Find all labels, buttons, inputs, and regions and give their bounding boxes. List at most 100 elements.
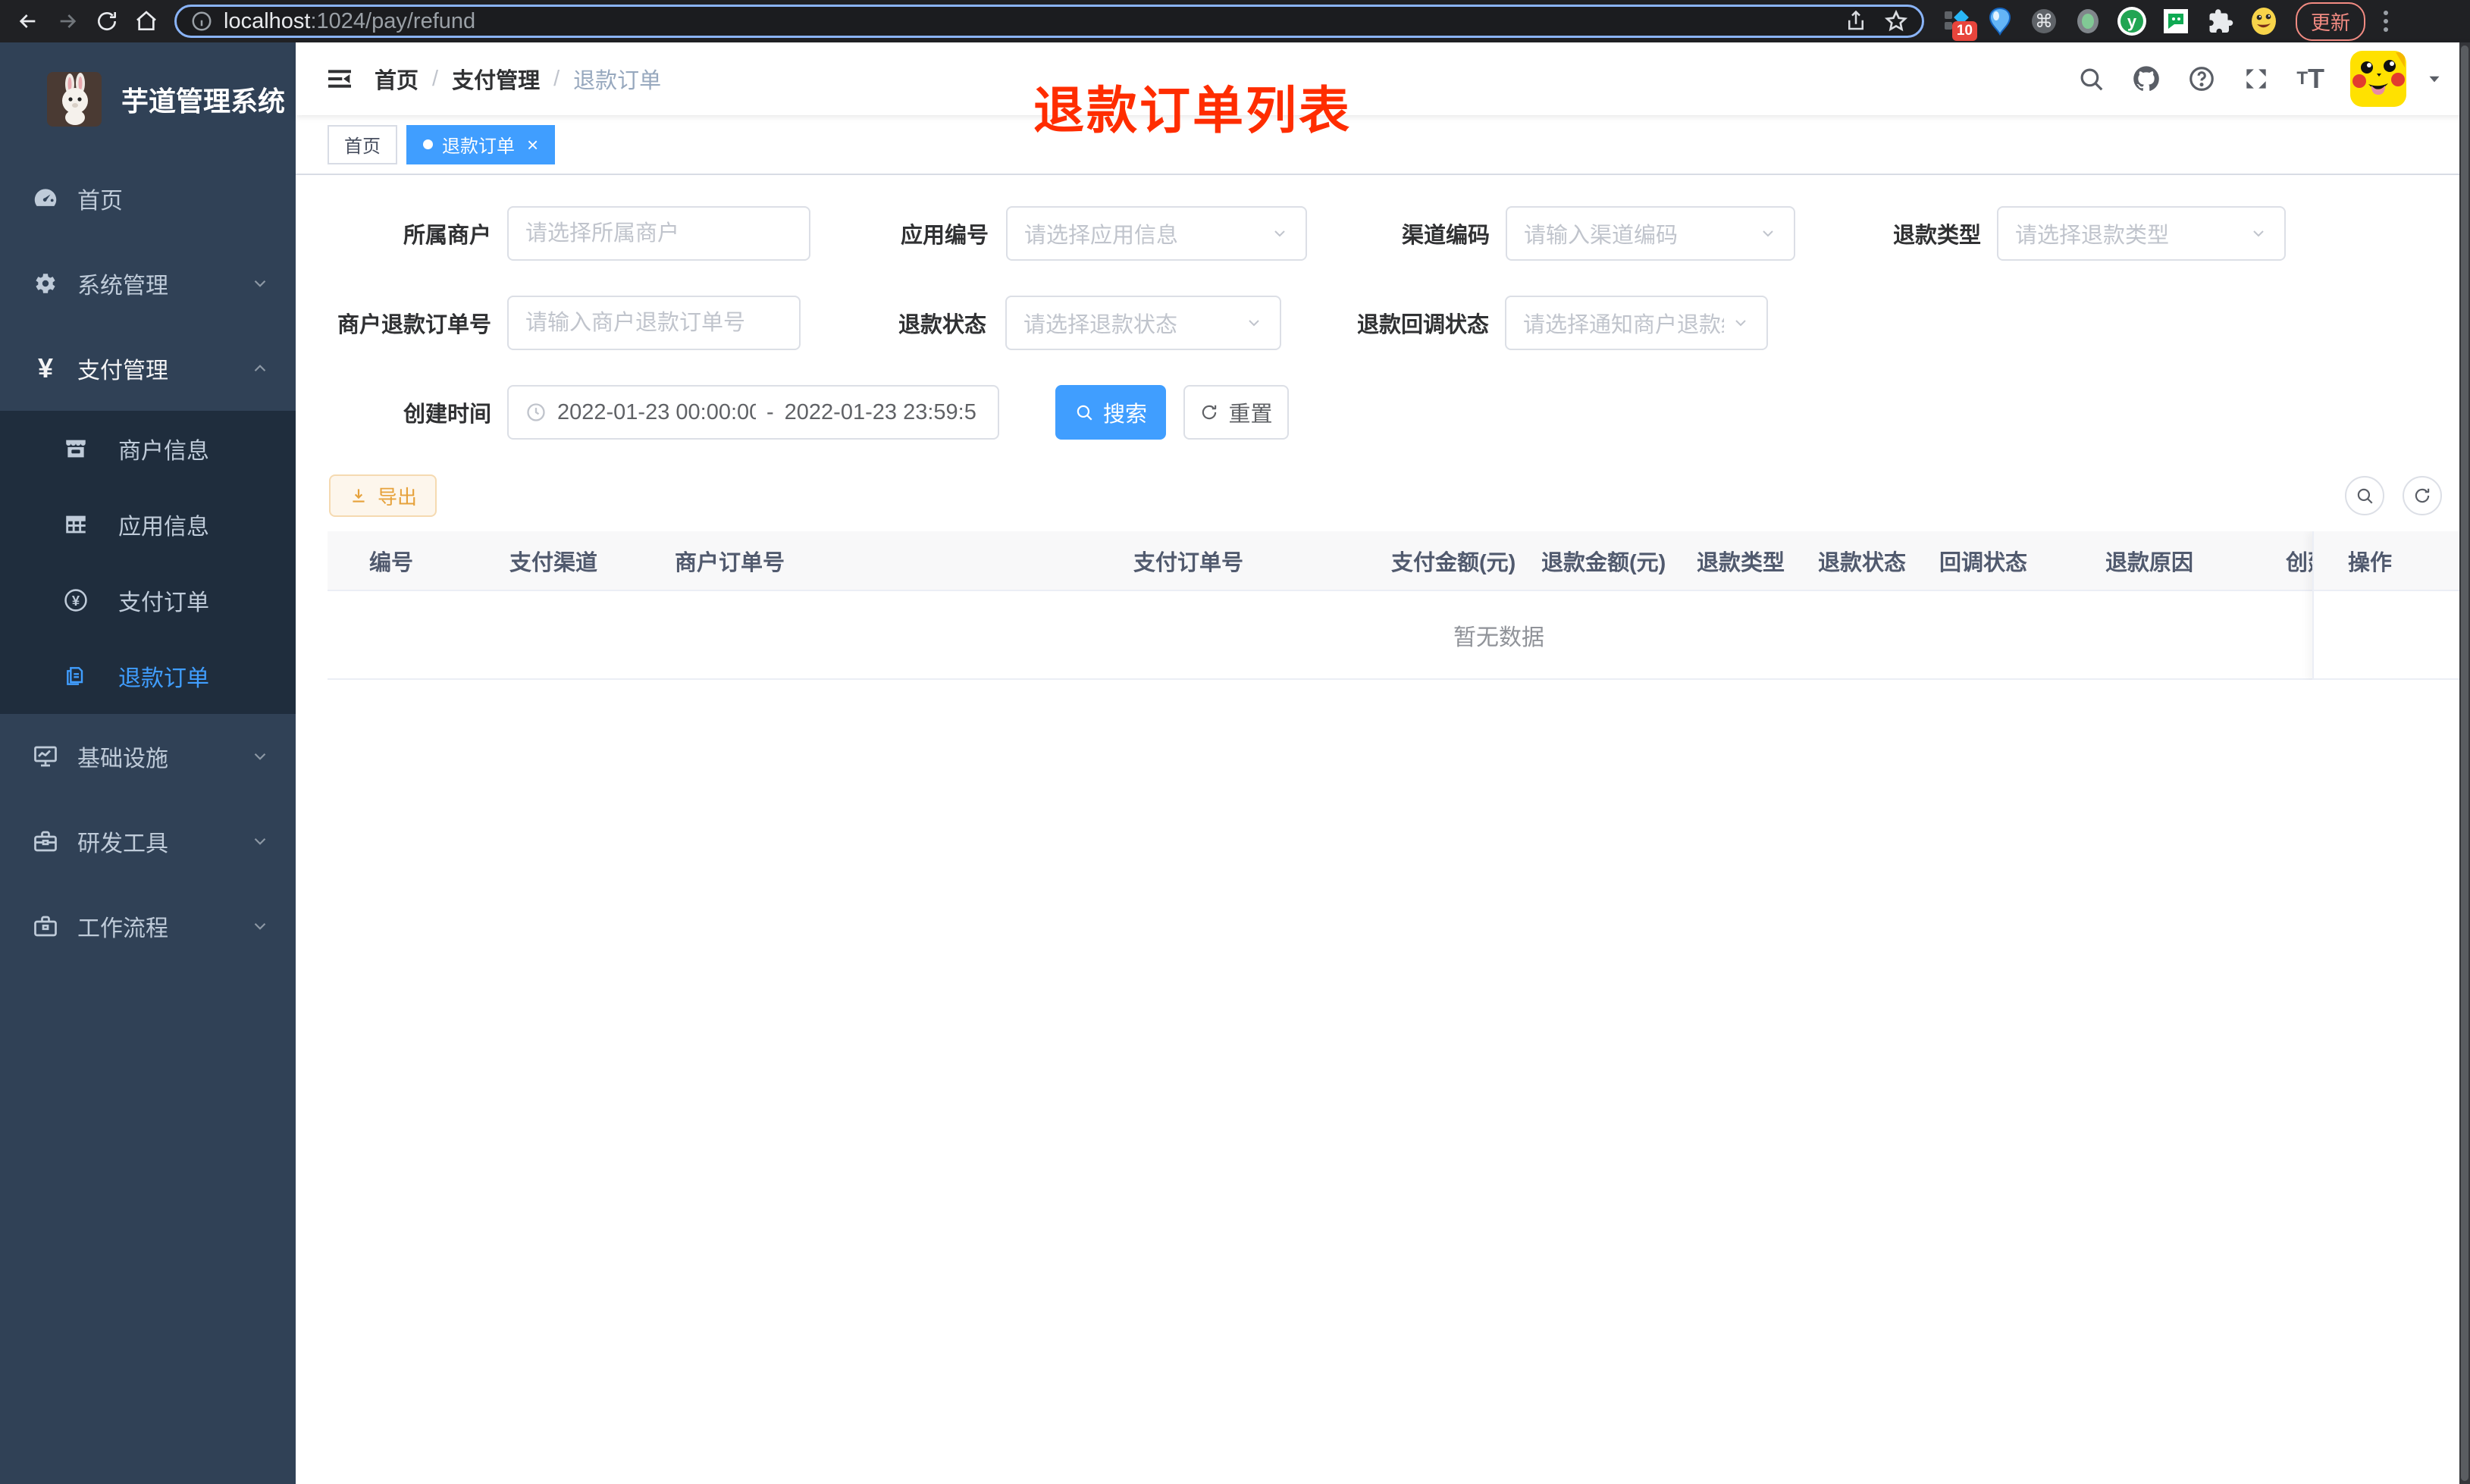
browser-update-button[interactable]: 更新 xyxy=(2296,2,2366,41)
refresh-table-button[interactable] xyxy=(2403,476,2442,515)
select-placeholder: 请选择通知商户退款结果 xyxy=(1523,313,1724,337)
sidebar-logo[interactable]: 芋道管理系统 xyxy=(0,42,296,156)
browser-forward-button[interactable] xyxy=(50,4,85,39)
search-icon[interactable] xyxy=(2077,64,2105,93)
col-refund-type: 退款类型 xyxy=(1697,550,1785,575)
user-avatar[interactable] xyxy=(2350,51,2406,107)
filter-label-app: 应用编号 xyxy=(900,224,989,248)
col-callback-status: 回调状态 xyxy=(1939,550,2028,575)
breadcrumb-separator: / xyxy=(432,66,439,91)
sidebar-item-label: 系统管理 xyxy=(77,274,168,299)
extension-emoji-icon[interactable] xyxy=(2249,6,2279,36)
tags-view-bar: 首页 退款订单 × xyxy=(296,115,2470,175)
sidebar-item-merchant-info[interactable]: 商户信息 xyxy=(0,411,296,487)
sidebar-item-infra[interactable]: 基础设施 xyxy=(0,714,296,799)
extension-command-icon[interactable]: ⌘ xyxy=(2029,6,2059,36)
breadcrumb-home[interactable]: 首页 xyxy=(375,63,418,95)
select-placeholder: 请选择应用信息 xyxy=(1024,224,1179,248)
channel-select[interactable]: 请输入渠道编码 xyxy=(1506,206,1795,261)
sidebar-item-label: 应用信息 xyxy=(118,515,209,540)
yen-circle-icon: ¥ xyxy=(62,587,89,613)
extensions-row: 10 ⌘ y xyxy=(1935,6,2285,41)
select-placeholder: 请选择退款类型 xyxy=(2015,224,2170,248)
sidebar-item-home[interactable]: 首页 xyxy=(0,156,296,241)
sidebar-item-payment[interactable]: ¥ 支付管理 xyxy=(0,326,296,411)
export-button[interactable]: 导出 xyxy=(329,474,437,517)
browser-toolbar: localhost:1024/pay/refund 10 ⌘ y 更新 xyxy=(0,0,2470,42)
help-icon[interactable] xyxy=(2187,64,2216,93)
search-button[interactable]: 搜索 xyxy=(1055,385,1166,440)
extensions-puzzle-icon[interactable] xyxy=(2205,6,2235,36)
sidebar-item-system[interactable]: 系统管理 xyxy=(0,241,296,326)
url-path: :1024/pay/refund xyxy=(310,8,476,33)
col-refund-status: 退款状态 xyxy=(1818,550,1907,575)
browser-home-button[interactable] xyxy=(129,4,164,39)
merchant-refund-no-field[interactable] xyxy=(525,310,782,336)
merchant-input[interactable] xyxy=(507,206,810,261)
extension-green-dot-icon[interactable] xyxy=(2073,6,2103,36)
sidebar-item-label: 支付管理 xyxy=(77,358,168,384)
reset-button[interactable]: 重置 xyxy=(1183,385,1289,440)
search-icon xyxy=(2357,488,2373,504)
browser-back-button[interactable] xyxy=(11,4,45,39)
avatar-caret-icon[interactable] xyxy=(2425,69,2444,89)
table-empty-row: 暂无数据 xyxy=(328,591,2460,680)
browser-menu-icon[interactable] xyxy=(2376,11,2396,32)
browser-reload-button[interactable] xyxy=(89,4,124,39)
sidebar-item-dev-tools[interactable]: 研发工具 xyxy=(0,799,296,884)
scrollbar[interactable] xyxy=(2459,42,2470,1484)
sidebar-fold-icon[interactable] xyxy=(318,61,361,97)
col-refund-amount: 退款金额(元) xyxy=(1541,550,1666,575)
select-placeholder: 请输入渠道编码 xyxy=(1524,224,1679,248)
search-button-label: 搜索 xyxy=(1102,402,1147,427)
sidebar-item-pay-order[interactable]: ¥ 支付订单 xyxy=(0,562,296,638)
bookmark-star-icon[interactable] xyxy=(1884,9,1908,33)
col-pay-amount: 支付金额(元) xyxy=(1391,550,1516,575)
site-info-icon[interactable] xyxy=(190,10,213,33)
github-icon[interactable] xyxy=(2131,64,2161,94)
app-select[interactable]: 请选择应用信息 xyxy=(1006,206,1307,261)
sidebar-item-label: 研发工具 xyxy=(77,831,168,856)
refund-status-select[interactable]: 请选择退款状态 xyxy=(1005,296,1281,350)
chevron-down-icon xyxy=(250,916,270,936)
fixed-operation-column: 操作 xyxy=(2312,531,2460,680)
date-start-value: 2022-01-23 00:00:00 xyxy=(557,399,756,424)
tab-label: 退款订单 xyxy=(442,136,515,157)
tab-refund-order[interactable]: 退款订单 × xyxy=(406,124,556,164)
date-end-value: 2022-01-23 23:59:59 xyxy=(784,399,976,424)
breadcrumb-payment[interactable]: 支付管理 xyxy=(452,63,540,95)
refund-document-icon xyxy=(62,664,89,688)
merchant-input-field[interactable] xyxy=(525,221,792,246)
search-icon xyxy=(1077,405,1092,421)
tab-home[interactable]: 首页 xyxy=(328,124,397,164)
fullscreen-icon[interactable] xyxy=(2242,64,2271,93)
toggle-search-button[interactable] xyxy=(2345,476,2384,515)
extension-balloon-icon[interactable] xyxy=(1985,6,2015,36)
extension-y-icon[interactable]: y xyxy=(2117,6,2147,36)
select-placeholder: 请选择退款状态 xyxy=(1023,313,1178,337)
clock-icon xyxy=(525,402,547,423)
filter-label-create-time: 创建时间 xyxy=(403,402,491,427)
sidebar-item-refund-order[interactable]: 退款订单 xyxy=(0,638,296,714)
share-icon[interactable] xyxy=(1845,10,1867,33)
filter-label-channel: 渠道编码 xyxy=(1401,224,1490,248)
col-operation: 操作 xyxy=(2348,550,2393,575)
refresh-icon xyxy=(1202,405,1217,420)
scrollbar-thumb[interactable] xyxy=(2461,45,2468,1481)
callback-status-select[interactable]: 请选择通知商户退款结果 xyxy=(1505,296,1768,350)
date-range-picker[interactable]: 2022-01-23 00:00:00 - 2022-01-23 23:59:5… xyxy=(507,385,999,440)
font-size-icon[interactable]: TT xyxy=(2296,65,2324,92)
sidebar-item-label: 支付订单 xyxy=(118,590,209,615)
download-icon xyxy=(353,489,365,502)
svg-text:¥: ¥ xyxy=(72,593,80,609)
address-bar[interactable]: localhost:1024/pay/refund xyxy=(174,5,1924,38)
sidebar-item-app-info[interactable]: 应用信息 xyxy=(0,487,296,562)
extension-diamond-icon[interactable]: 10 xyxy=(1941,6,1977,41)
extension-chat-icon[interactable] xyxy=(2161,6,2191,36)
breadcrumb-separator: / xyxy=(553,66,560,91)
sidebar-item-workflow[interactable]: 工作流程 xyxy=(0,884,296,969)
refund-type-select[interactable]: 请选择退款类型 xyxy=(1997,206,2286,261)
tab-close-icon[interactable]: × xyxy=(524,135,538,155)
tab-label: 首页 xyxy=(344,136,381,157)
merchant-refund-no-input[interactable] xyxy=(507,296,801,350)
